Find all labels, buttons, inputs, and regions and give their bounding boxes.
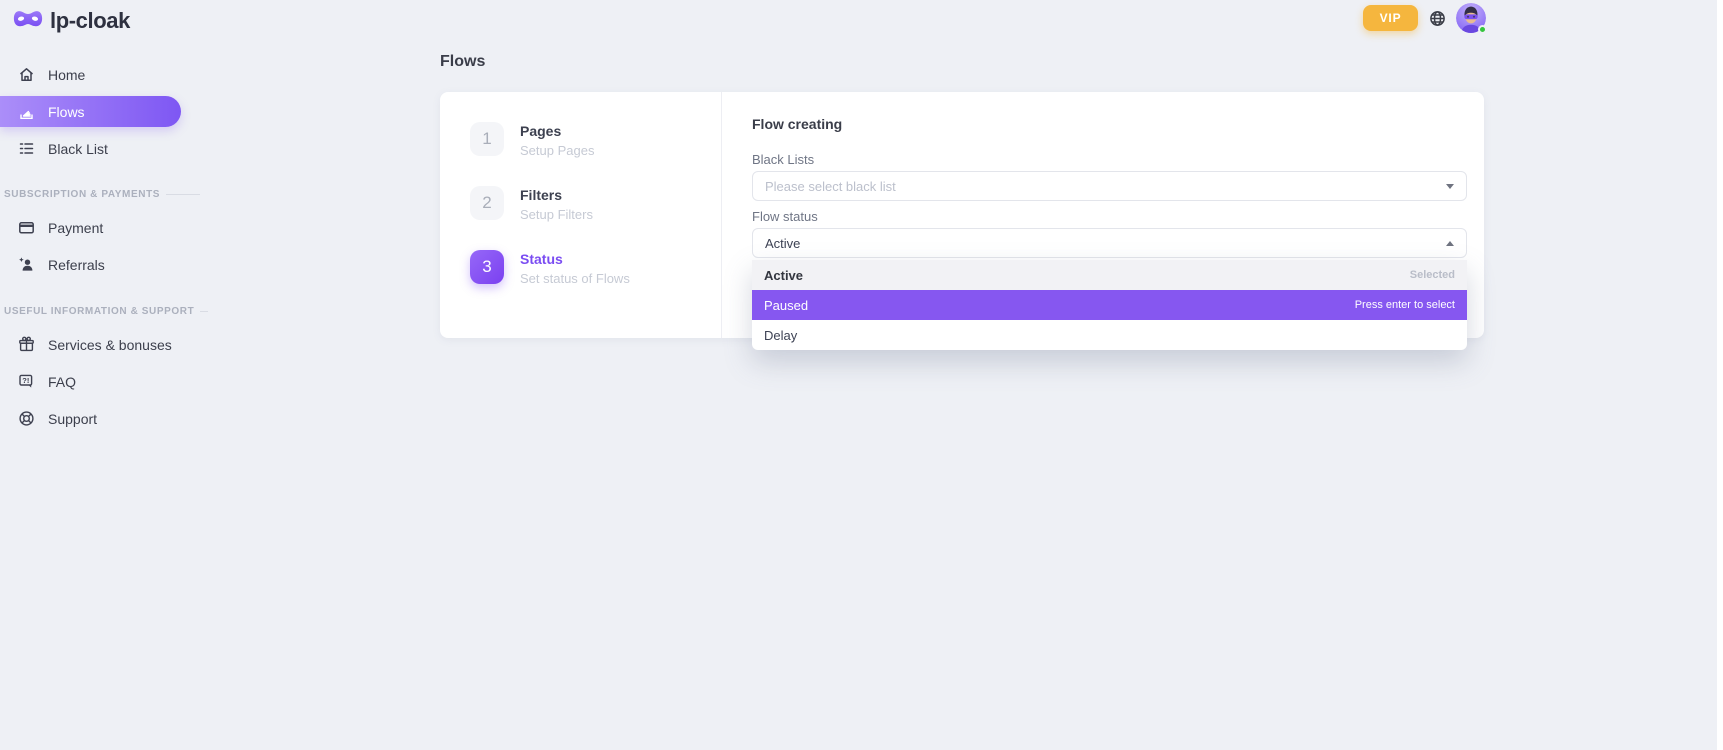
- chevron-down-icon: [1446, 184, 1454, 189]
- sidebar-item-label: Home: [48, 67, 85, 83]
- user-avatar[interactable]: [1456, 3, 1486, 33]
- sidebar-item-label: Payment: [48, 220, 103, 236]
- scrollbar-track[interactable]: [1717, 0, 1723, 750]
- sidebar-item-flows[interactable]: Flows: [0, 96, 181, 127]
- step-subtitle: Setup Pages: [520, 143, 594, 158]
- step-pages[interactable]: 1 Pages Setup Pages: [470, 122, 721, 158]
- step-subtitle: Set status of Flows: [520, 271, 630, 286]
- sidebar-section-support: USEFUL INFORMATION & SUPPORT: [0, 303, 200, 319]
- sidebar-item-payment[interactable]: Payment: [0, 212, 200, 243]
- option-label: Paused: [764, 298, 1355, 313]
- sidebar-item-label: Flows: [48, 104, 85, 120]
- step-title: Status: [520, 251, 630, 267]
- faq-icon: ?!: [18, 373, 35, 390]
- sidebar-item-faq[interactable]: ?! FAQ: [0, 366, 200, 397]
- chevron-up-icon: [1446, 241, 1454, 246]
- sidebar-item-services-bonuses[interactable]: Services & bonuses: [0, 329, 200, 360]
- option-delay[interactable]: Delay: [752, 320, 1467, 350]
- step-number-badge: 2: [470, 186, 504, 220]
- wizard-steps: 1 Pages Setup Pages 2 Filters Setup Filt…: [440, 92, 722, 338]
- online-status-dot: [1478, 25, 1487, 34]
- app-title: lp-cloak: [50, 8, 130, 34]
- step-subtitle: Setup Filters: [520, 207, 593, 222]
- sidebar-item-label: Referrals: [48, 257, 105, 273]
- black-lists-select[interactable]: Please select black list: [752, 171, 1467, 201]
- sidebar-item-support[interactable]: Support: [0, 403, 200, 434]
- sidebar-item-black-list[interactable]: Black List: [0, 133, 200, 164]
- sidebar-item-label: FAQ: [48, 374, 76, 390]
- flow-status-value: Active: [765, 236, 1446, 251]
- step-title: Pages: [520, 123, 594, 139]
- gift-icon: [18, 336, 35, 353]
- flow-status-select[interactable]: Active: [752, 228, 1467, 258]
- mask-logo-icon: [12, 6, 44, 36]
- sidebar-item-label: Black List: [48, 141, 108, 157]
- flow-wizard-card: 1 Pages Setup Pages 2 Filters Setup Filt…: [440, 92, 1484, 338]
- flow-status-label: Flow status: [752, 209, 1467, 224]
- flows-icon: [18, 103, 35, 120]
- main-content: Flows 1 Pages Setup Pages 2 Filters Setu…: [440, 53, 1484, 338]
- sidebar-item-referrals[interactable]: Referrals: [0, 249, 200, 280]
- vip-button[interactable]: VIP: [1363, 5, 1418, 31]
- option-paused[interactable]: Paused Press enter to select: [752, 290, 1467, 320]
- svg-text:?!: ?!: [22, 376, 29, 385]
- lifebuoy-icon: [18, 410, 35, 427]
- sidebar-section-subscription: SUBSCRIPTION & PAYMENTS: [0, 186, 200, 202]
- flow-creating-form: Flow creating Black Lists Please select …: [722, 92, 1484, 338]
- sidebar-item-label: Services & bonuses: [48, 337, 172, 353]
- sidebar-item-home[interactable]: Home: [0, 59, 200, 90]
- language-globe-icon[interactable]: [1428, 9, 1446, 27]
- step-filters[interactable]: 2 Filters Setup Filters: [470, 186, 721, 222]
- form-heading: Flow creating: [752, 116, 1467, 132]
- option-hint: Press enter to select: [1355, 299, 1455, 311]
- step-number-badge: 3: [470, 250, 504, 284]
- blacklist-icon: [18, 140, 35, 157]
- option-hint: Selected: [1410, 269, 1455, 281]
- option-active[interactable]: Active Selected: [752, 260, 1467, 290]
- home-icon: [18, 66, 35, 83]
- option-label: Active: [764, 268, 1410, 283]
- step-title: Filters: [520, 187, 593, 203]
- app-logo[interactable]: lp-cloak: [12, 6, 130, 36]
- sidebar-item-label: Support: [48, 411, 97, 427]
- credit-card-icon: [18, 219, 35, 236]
- black-lists-label: Black Lists: [752, 152, 1467, 167]
- black-lists-placeholder: Please select black list: [765, 179, 1446, 194]
- flow-status-dropdown: Active Selected Paused Press enter to se…: [752, 260, 1467, 350]
- step-status[interactable]: 3 Status Set status of Flows: [470, 250, 721, 286]
- step-number-badge: 1: [470, 122, 504, 156]
- page-title: Flows: [440, 53, 1484, 71]
- option-label: Delay: [764, 328, 1455, 343]
- referrals-icon: [18, 256, 35, 273]
- sidebar: Home Flows Black List SUBSCRIPTION: [0, 59, 200, 440]
